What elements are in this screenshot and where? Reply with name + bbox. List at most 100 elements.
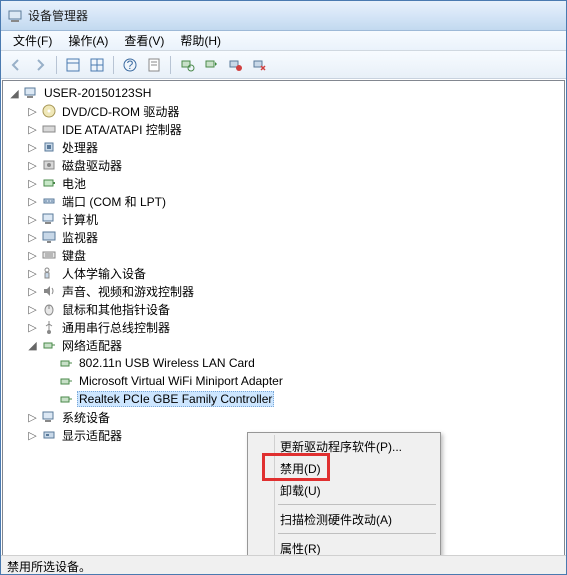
tree-node-dvd[interactable]: ▷ DVD/CD-ROM 驱动器: [3, 102, 564, 120]
menu-action[interactable]: 操作(A): [60, 30, 116, 51]
tree-label: 监视器: [60, 228, 100, 247]
expander-icon[interactable]: ▷: [25, 429, 40, 442]
tree-node-network[interactable]: ◢ 网络适配器: [3, 336, 564, 354]
expander-icon[interactable]: ▷: [25, 105, 40, 118]
menu-help[interactable]: 帮助(H): [172, 30, 229, 51]
status-bar: 禁用所选设备。: [1, 555, 566, 574]
tree-label: 处理器: [60, 138, 100, 157]
tree-label: 计算机: [60, 210, 100, 229]
network-adapter-icon: [57, 391, 75, 407]
toolbar-detail-icon[interactable]: [86, 54, 108, 76]
ctx-uninstall[interactable]: 卸载(U): [250, 479, 438, 501]
status-text: 禁用所选设备。: [7, 560, 91, 574]
toolbar-help-icon[interactable]: ?: [119, 54, 141, 76]
tree-node-mouse[interactable]: ▷ 鼠标和其他指针设备: [3, 300, 564, 318]
expander-icon[interactable]: ▷: [25, 213, 40, 226]
tree-node-disk[interactable]: ▷ 磁盘驱动器: [3, 156, 564, 174]
battery-icon: [40, 175, 58, 191]
expander-icon[interactable]: ▷: [25, 321, 40, 334]
tree-node-cpu[interactable]: ▷ 处理器: [3, 138, 564, 156]
network-icon: [40, 337, 58, 353]
tree-label: 鼠标和其他指针设备: [60, 300, 172, 319]
tree-node-monitor[interactable]: ▷ 监视器: [3, 228, 564, 246]
expander-icon[interactable]: ▷: [25, 411, 40, 424]
tree-node-hid[interactable]: ▷ 人体学输入设备: [3, 264, 564, 282]
ctx-label: 属性(R): [280, 540, 321, 557]
toolbar-view-icon[interactable]: [62, 54, 84, 76]
usb-icon: [40, 319, 58, 335]
tree-label: 人体学输入设备: [60, 264, 148, 283]
tree-node-keyboard[interactable]: ▷键盘: [3, 246, 564, 264]
tree-label: 通用串行总线控制器: [60, 318, 172, 337]
tree-node-network-adapter-selected[interactable]: Realtek PCIe GBE Family Controller: [3, 390, 564, 408]
ctx-label: 禁用(D): [280, 460, 321, 477]
tree-label: Realtek PCIe GBE Family Controller: [77, 391, 274, 407]
tree-node-computer[interactable]: ▷ 计算机: [3, 210, 564, 228]
toolbar-disable-icon[interactable]: [224, 54, 246, 76]
system-icon: [40, 409, 58, 425]
context-menu: 更新驱动程序软件(P)... 禁用(D) 卸载(U) 扫描检测硬件改动(A) 属…: [247, 432, 441, 562]
tree-label: 电池: [60, 174, 88, 193]
toolbar-forward-icon[interactable]: [29, 54, 51, 76]
toolbar-properties-icon[interactable]: [143, 54, 165, 76]
toolbar-update-icon[interactable]: [200, 54, 222, 76]
svg-text:?: ?: [127, 58, 134, 72]
toolbar-back-icon[interactable]: [5, 54, 27, 76]
expander-icon[interactable]: ▷: [25, 303, 40, 316]
tree-label: 端口 (COM 和 LPT): [60, 192, 168, 211]
expander-icon[interactable]: ▷: [25, 123, 40, 136]
menu-file[interactable]: 文件(F): [5, 30, 60, 51]
tree-node-usb[interactable]: ▷ 通用串行总线控制器: [3, 318, 564, 336]
expander-icon[interactable]: ▷: [25, 249, 40, 262]
expander-icon[interactable]: ◢: [7, 87, 22, 100]
disk-icon: [40, 157, 58, 173]
expander-icon[interactable]: ▷: [25, 231, 40, 244]
monitor-icon: [40, 229, 58, 245]
cpu-icon: [40, 139, 58, 155]
disc-icon: [40, 103, 58, 119]
title-bar: 设备管理器: [1, 1, 566, 31]
port-icon: [40, 193, 58, 209]
mouse-icon: [40, 301, 58, 317]
tree-node-network-adapter[interactable]: Microsoft Virtual WiFi Miniport Adapter: [3, 372, 564, 390]
toolbar-uninstall-icon[interactable]: [248, 54, 270, 76]
tree-node-sound[interactable]: ▷ 声音、视频和游戏控制器: [3, 282, 564, 300]
ctx-scan[interactable]: 扫描检测硬件改动(A): [250, 508, 438, 530]
expander-icon[interactable]: ▷: [25, 177, 40, 190]
expander-icon[interactable]: ▷: [25, 195, 40, 208]
tree-node-ide[interactable]: ▷ IDE ATA/ATAPI 控制器: [3, 120, 564, 138]
tree-label: 网络适配器: [60, 336, 124, 355]
tree-label: 磁盘驱动器: [60, 156, 124, 175]
toolbar-separator: [113, 56, 114, 74]
controller-icon: [40, 121, 58, 137]
computer-icon: [22, 85, 40, 101]
ctx-separator: [278, 533, 436, 534]
ctx-update-driver[interactable]: 更新驱动程序软件(P)...: [250, 435, 438, 457]
ctx-disable[interactable]: 禁用(D): [250, 457, 438, 479]
tree-node-system[interactable]: ▷系统设备: [3, 408, 564, 426]
toolbar-separator: [170, 56, 171, 74]
toolbar-separator: [56, 56, 57, 74]
hid-icon: [40, 265, 58, 281]
menu-bar: 文件(F) 操作(A) 查看(V) 帮助(H): [1, 31, 566, 51]
expander-icon[interactable]: ▷: [25, 141, 40, 154]
toolbar: ?: [1, 51, 566, 79]
menu-view[interactable]: 查看(V): [116, 30, 172, 51]
tree-label: 声音、视频和游戏控制器: [60, 282, 196, 301]
tree-label: 802.11n USB Wireless LAN Card: [77, 355, 257, 371]
tree-label: USER-20150123SH: [42, 85, 153, 101]
tree-node-battery[interactable]: ▷ 电池: [3, 174, 564, 192]
tree-node-ports[interactable]: ▷ 端口 (COM 和 LPT): [3, 192, 564, 210]
expander-icon[interactable]: ▷: [25, 267, 40, 280]
network-adapter-icon: [57, 355, 75, 371]
tree-root[interactable]: ◢ USER-20150123SH: [3, 84, 564, 102]
toolbar-scan-icon[interactable]: [176, 54, 198, 76]
expander-icon[interactable]: ▷: [25, 159, 40, 172]
tree-node-network-adapter[interactable]: 802.11n USB Wireless LAN Card: [3, 354, 564, 372]
expander-icon[interactable]: ▷: [25, 285, 40, 298]
tree-label: DVD/CD-ROM 驱动器: [60, 102, 181, 121]
device-manager-icon: [7, 8, 23, 24]
sound-icon: [40, 283, 58, 299]
tree-label: IDE ATA/ATAPI 控制器: [60, 120, 184, 139]
expander-icon[interactable]: ◢: [25, 339, 40, 352]
